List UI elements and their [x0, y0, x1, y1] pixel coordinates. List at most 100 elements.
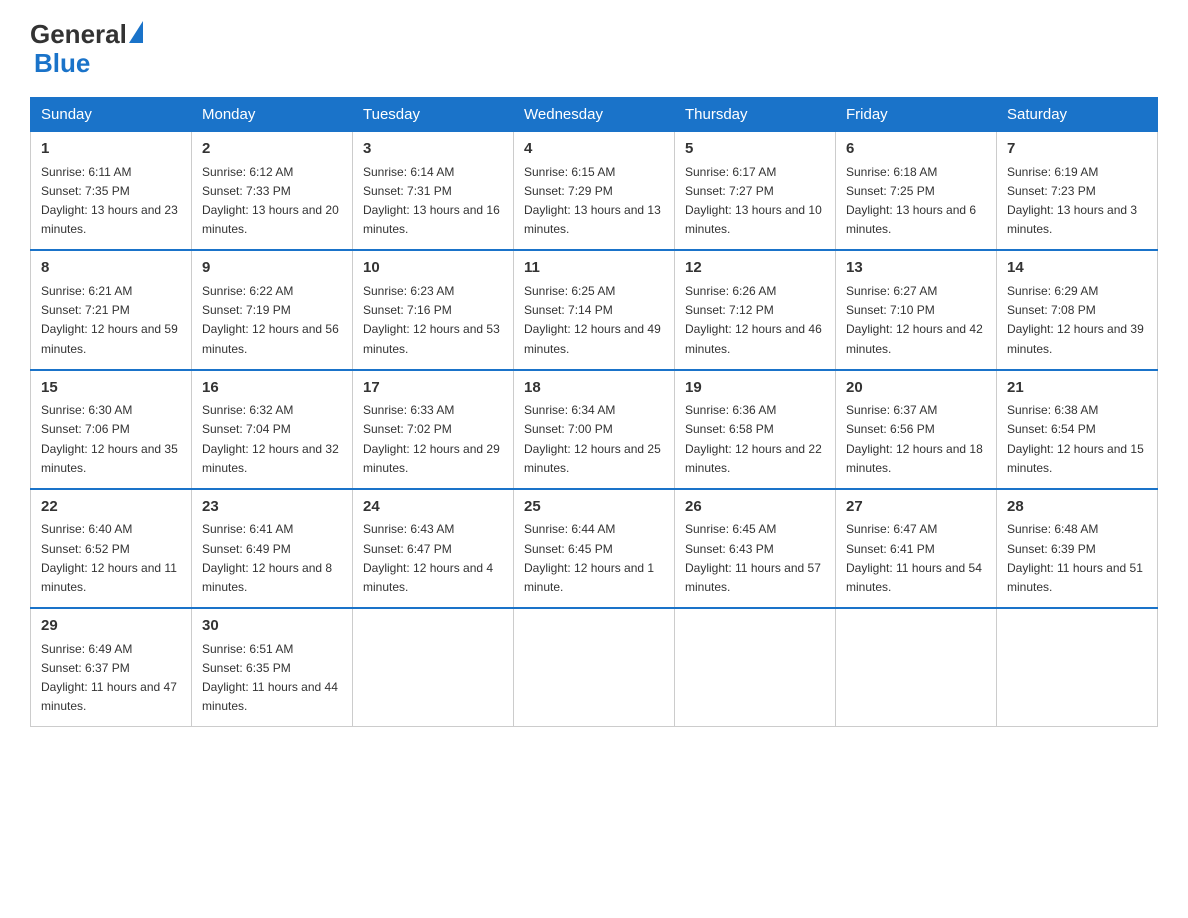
day-sun-info: Sunrise: 6:34 AMSunset: 7:00 PMDaylight:… [524, 401, 664, 478]
calendar-week-row: 29Sunrise: 6:49 AMSunset: 6:37 PMDayligh… [31, 608, 1158, 727]
day-sun-info: Sunrise: 6:45 AMSunset: 6:43 PMDaylight:… [685, 520, 825, 597]
calendar-cell: 6Sunrise: 6:18 AMSunset: 7:25 PMDaylight… [836, 132, 997, 251]
calendar-cell: 4Sunrise: 6:15 AMSunset: 7:29 PMDaylight… [514, 132, 675, 251]
day-number: 9 [202, 257, 342, 280]
day-sun-info: Sunrise: 6:37 AMSunset: 6:56 PMDaylight:… [846, 401, 986, 478]
day-number: 13 [846, 257, 986, 280]
day-sun-info: Sunrise: 6:36 AMSunset: 6:58 PMDaylight:… [685, 401, 825, 478]
day-sun-info: Sunrise: 6:14 AMSunset: 7:31 PMDaylight:… [363, 163, 503, 240]
day-number: 28 [1007, 496, 1147, 519]
day-sun-info: Sunrise: 6:44 AMSunset: 6:45 PMDaylight:… [524, 520, 664, 597]
day-sun-info: Sunrise: 6:47 AMSunset: 6:41 PMDaylight:… [846, 520, 986, 597]
day-sun-info: Sunrise: 6:48 AMSunset: 6:39 PMDaylight:… [1007, 520, 1147, 597]
logo-general-text: General [30, 20, 127, 49]
calendar-cell: 10Sunrise: 6:23 AMSunset: 7:16 PMDayligh… [353, 250, 514, 369]
calendar-cell: 22Sunrise: 6:40 AMSunset: 6:52 PMDayligh… [31, 489, 192, 608]
day-sun-info: Sunrise: 6:18 AMSunset: 7:25 PMDaylight:… [846, 163, 986, 240]
calendar-cell: 20Sunrise: 6:37 AMSunset: 6:56 PMDayligh… [836, 370, 997, 489]
calendar-cell: 26Sunrise: 6:45 AMSunset: 6:43 PMDayligh… [675, 489, 836, 608]
calendar-cell: 24Sunrise: 6:43 AMSunset: 6:47 PMDayligh… [353, 489, 514, 608]
day-number: 20 [846, 377, 986, 400]
day-number: 8 [41, 257, 181, 280]
day-sun-info: Sunrise: 6:25 AMSunset: 7:14 PMDaylight:… [524, 282, 664, 359]
calendar-header-row: Sunday Monday Tuesday Wednesday Thursday… [31, 98, 1158, 132]
day-number: 2 [202, 138, 342, 161]
day-number: 29 [41, 615, 181, 638]
page-header: General Blue [30, 20, 1158, 77]
day-sun-info: Sunrise: 6:29 AMSunset: 7:08 PMDaylight:… [1007, 282, 1147, 359]
day-number: 22 [41, 496, 181, 519]
day-sun-info: Sunrise: 6:30 AMSunset: 7:06 PMDaylight:… [41, 401, 181, 478]
day-number: 17 [363, 377, 503, 400]
col-saturday: Saturday [997, 98, 1158, 132]
day-sun-info: Sunrise: 6:27 AMSunset: 7:10 PMDaylight:… [846, 282, 986, 359]
day-sun-info: Sunrise: 6:17 AMSunset: 7:27 PMDaylight:… [685, 163, 825, 240]
day-sun-info: Sunrise: 6:12 AMSunset: 7:33 PMDaylight:… [202, 163, 342, 240]
calendar-cell: 28Sunrise: 6:48 AMSunset: 6:39 PMDayligh… [997, 489, 1158, 608]
day-sun-info: Sunrise: 6:11 AMSunset: 7:35 PMDaylight:… [41, 163, 181, 240]
day-sun-info: Sunrise: 6:32 AMSunset: 7:04 PMDaylight:… [202, 401, 342, 478]
col-monday: Monday [192, 98, 353, 132]
calendar-cell: 13Sunrise: 6:27 AMSunset: 7:10 PMDayligh… [836, 250, 997, 369]
day-sun-info: Sunrise: 6:21 AMSunset: 7:21 PMDaylight:… [41, 282, 181, 359]
col-sunday: Sunday [31, 98, 192, 132]
day-number: 18 [524, 377, 664, 400]
calendar-cell: 29Sunrise: 6:49 AMSunset: 6:37 PMDayligh… [31, 608, 192, 727]
calendar-cell: 23Sunrise: 6:41 AMSunset: 6:49 PMDayligh… [192, 489, 353, 608]
day-number: 1 [41, 138, 181, 161]
day-number: 12 [685, 257, 825, 280]
calendar-cell: 9Sunrise: 6:22 AMSunset: 7:19 PMDaylight… [192, 250, 353, 369]
calendar-table: Sunday Monday Tuesday Wednesday Thursday… [30, 97, 1158, 727]
logo-triangle-icon [129, 21, 143, 43]
day-number: 30 [202, 615, 342, 638]
day-number: 24 [363, 496, 503, 519]
calendar-week-row: 1Sunrise: 6:11 AMSunset: 7:35 PMDaylight… [31, 132, 1158, 251]
calendar-cell: 17Sunrise: 6:33 AMSunset: 7:02 PMDayligh… [353, 370, 514, 489]
day-number: 5 [685, 138, 825, 161]
day-number: 10 [363, 257, 503, 280]
calendar-cell: 1Sunrise: 6:11 AMSunset: 7:35 PMDaylight… [31, 132, 192, 251]
day-sun-info: Sunrise: 6:33 AMSunset: 7:02 PMDaylight:… [363, 401, 503, 478]
calendar-cell: 18Sunrise: 6:34 AMSunset: 7:00 PMDayligh… [514, 370, 675, 489]
day-number: 27 [846, 496, 986, 519]
calendar-cell: 15Sunrise: 6:30 AMSunset: 7:06 PMDayligh… [31, 370, 192, 489]
calendar-cell [353, 608, 514, 727]
day-sun-info: Sunrise: 6:26 AMSunset: 7:12 PMDaylight:… [685, 282, 825, 359]
calendar-cell: 5Sunrise: 6:17 AMSunset: 7:27 PMDaylight… [675, 132, 836, 251]
calendar-cell: 12Sunrise: 6:26 AMSunset: 7:12 PMDayligh… [675, 250, 836, 369]
day-number: 23 [202, 496, 342, 519]
day-sun-info: Sunrise: 6:22 AMSunset: 7:19 PMDaylight:… [202, 282, 342, 359]
calendar-cell: 2Sunrise: 6:12 AMSunset: 7:33 PMDaylight… [192, 132, 353, 251]
day-sun-info: Sunrise: 6:49 AMSunset: 6:37 PMDaylight:… [41, 640, 181, 717]
calendar-cell: 14Sunrise: 6:29 AMSunset: 7:08 PMDayligh… [997, 250, 1158, 369]
day-number: 3 [363, 138, 503, 161]
calendar-cell: 16Sunrise: 6:32 AMSunset: 7:04 PMDayligh… [192, 370, 353, 489]
logo-blue-text: Blue [34, 49, 143, 78]
calendar-cell [836, 608, 997, 727]
calendar-cell: 19Sunrise: 6:36 AMSunset: 6:58 PMDayligh… [675, 370, 836, 489]
calendar-week-row: 8Sunrise: 6:21 AMSunset: 7:21 PMDaylight… [31, 250, 1158, 369]
day-number: 16 [202, 377, 342, 400]
calendar-cell: 3Sunrise: 6:14 AMSunset: 7:31 PMDaylight… [353, 132, 514, 251]
day-number: 7 [1007, 138, 1147, 161]
day-number: 15 [41, 377, 181, 400]
day-sun-info: Sunrise: 6:51 AMSunset: 6:35 PMDaylight:… [202, 640, 342, 717]
col-thursday: Thursday [675, 98, 836, 132]
day-number: 6 [846, 138, 986, 161]
calendar-cell: 11Sunrise: 6:25 AMSunset: 7:14 PMDayligh… [514, 250, 675, 369]
day-sun-info: Sunrise: 6:23 AMSunset: 7:16 PMDaylight:… [363, 282, 503, 359]
day-number: 4 [524, 138, 664, 161]
calendar-cell: 7Sunrise: 6:19 AMSunset: 7:23 PMDaylight… [997, 132, 1158, 251]
calendar-week-row: 22Sunrise: 6:40 AMSunset: 6:52 PMDayligh… [31, 489, 1158, 608]
col-tuesday: Tuesday [353, 98, 514, 132]
day-sun-info: Sunrise: 6:19 AMSunset: 7:23 PMDaylight:… [1007, 163, 1147, 240]
day-number: 14 [1007, 257, 1147, 280]
day-number: 11 [524, 257, 664, 280]
calendar-cell [997, 608, 1158, 727]
day-number: 26 [685, 496, 825, 519]
day-sun-info: Sunrise: 6:40 AMSunset: 6:52 PMDaylight:… [41, 520, 181, 597]
calendar-cell: 25Sunrise: 6:44 AMSunset: 6:45 PMDayligh… [514, 489, 675, 608]
calendar-cell: 30Sunrise: 6:51 AMSunset: 6:35 PMDayligh… [192, 608, 353, 727]
day-sun-info: Sunrise: 6:15 AMSunset: 7:29 PMDaylight:… [524, 163, 664, 240]
calendar-cell: 21Sunrise: 6:38 AMSunset: 6:54 PMDayligh… [997, 370, 1158, 489]
